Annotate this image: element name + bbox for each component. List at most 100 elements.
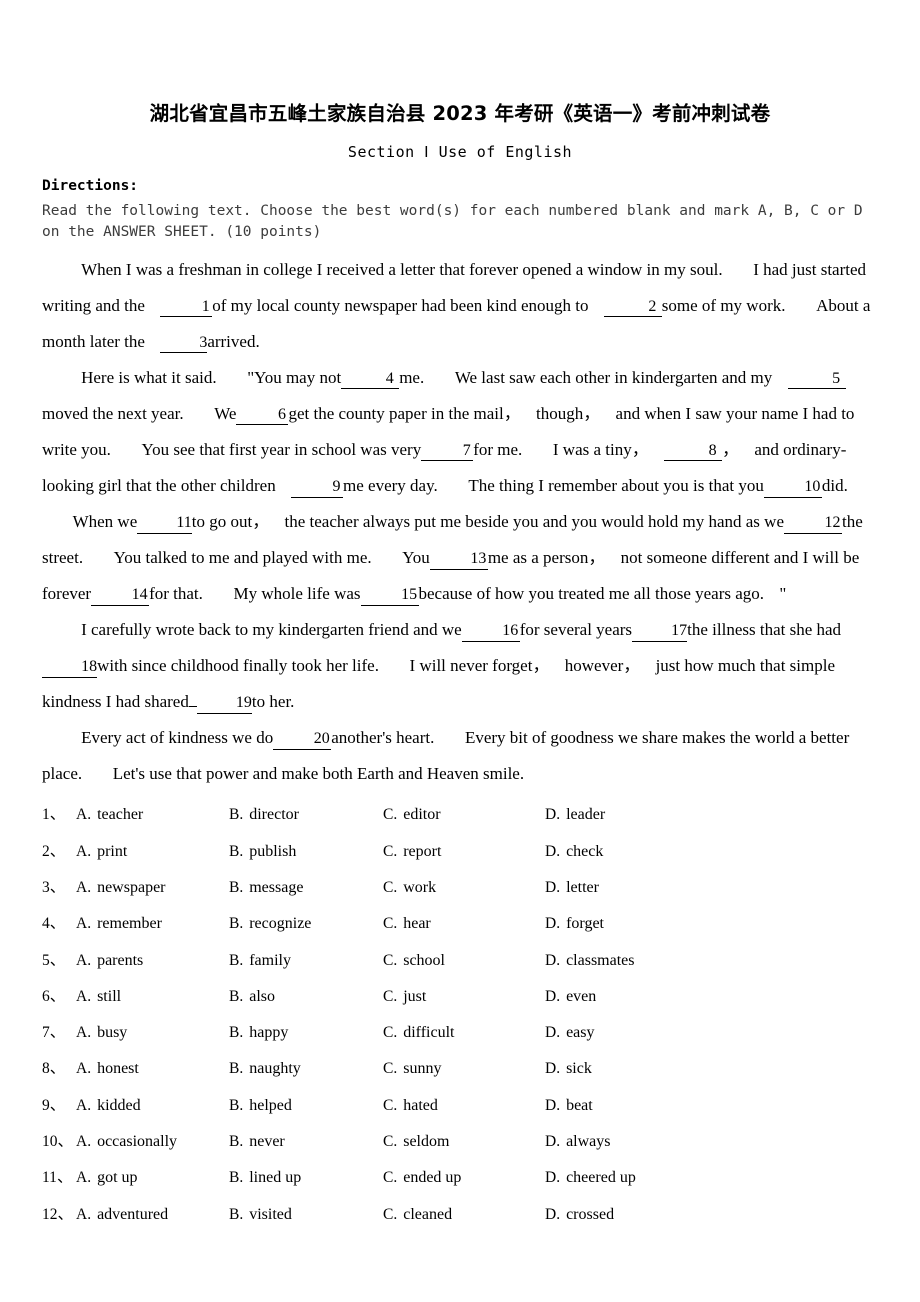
- p2-sentence-26: for that.: [149, 584, 203, 604]
- option-d[interactable]: D. forget: [545, 915, 725, 933]
- option-a[interactable]: A. parents: [76, 952, 229, 970]
- option-b[interactable]: B. message: [229, 879, 383, 897]
- option-b[interactable]: B. also: [229, 988, 383, 1006]
- option-word-a: parents: [97, 951, 144, 969]
- option-c[interactable]: C. difficult: [383, 1024, 545, 1042]
- option-word-d: always: [566, 1133, 611, 1151]
- option-word-a: teacher: [97, 806, 144, 824]
- option-a[interactable]: A. occasionally: [76, 1133, 229, 1151]
- option-b[interactable]: B. recognize: [229, 915, 383, 933]
- p2-sentence-15: me every day.: [343, 476, 438, 496]
- option-d[interactable]: D. crossed: [545, 1206, 725, 1224]
- option-a[interactable]: A. still: [76, 988, 229, 1006]
- blank-8[interactable]: 8: [664, 442, 723, 462]
- p2-sentence-18: When we: [72, 512, 138, 532]
- blank-18[interactable]: 18: [42, 658, 98, 678]
- option-a[interactable]: A. teacher: [76, 806, 229, 824]
- option-letter-d: D.: [545, 842, 561, 860]
- option-a[interactable]: A. busy: [76, 1024, 229, 1042]
- option-letter-c: C.: [383, 1096, 398, 1114]
- option-c[interactable]: C. editor: [383, 806, 545, 824]
- p3-sentence-5: I will never forget，: [409, 656, 550, 676]
- option-b[interactable]: B. visited: [229, 1206, 383, 1224]
- option-c[interactable]: C. seldom: [383, 1133, 545, 1151]
- option-d[interactable]: D. sick: [545, 1060, 725, 1078]
- option-letter-d: D.: [545, 915, 561, 933]
- blank-20[interactable]: 20: [273, 730, 332, 750]
- blank-15[interactable]: 15: [360, 586, 419, 606]
- option-a[interactable]: A. print: [76, 843, 229, 861]
- option-a[interactable]: A. honest: [76, 1060, 229, 1078]
- option-number: 4、: [42, 915, 66, 933]
- option-word-b: message: [249, 879, 304, 896]
- blank-16[interactable]: 16: [461, 622, 520, 642]
- p2-sentence-6: We: [214, 404, 237, 424]
- option-a[interactable]: A. got up: [76, 1169, 229, 1187]
- option-c[interactable]: C. hated: [383, 1097, 545, 1115]
- option-a[interactable]: A. remember: [76, 915, 229, 933]
- option-b[interactable]: B. family: [229, 952, 383, 970]
- option-c[interactable]: C. report: [383, 843, 545, 861]
- blank-1[interactable]: 1: [160, 298, 213, 318]
- option-c[interactable]: C. school: [383, 952, 545, 970]
- option-c[interactable]: C. sunny: [383, 1060, 545, 1078]
- blank-19-lead[interactable]: [188, 706, 197, 708]
- option-letter-c: C.: [383, 1133, 398, 1151]
- option-d[interactable]: D. classmates: [545, 952, 725, 970]
- blank-10[interactable]: 10: [763, 478, 822, 498]
- passage-paragraph-1: When I was a freshman in college I recei…: [42, 252, 878, 360]
- option-word-a: got up: [97, 1169, 138, 1187]
- blank-2[interactable]: 2: [603, 298, 662, 318]
- blank-13[interactable]: 13: [429, 550, 488, 570]
- option-d[interactable]: D. check: [545, 843, 725, 861]
- option-b[interactable]: B. director: [229, 806, 383, 824]
- option-b[interactable]: B. publish: [229, 843, 383, 861]
- option-letter-b: B.: [229, 1060, 244, 1078]
- option-b[interactable]: B. never: [229, 1133, 383, 1151]
- option-letter-c: C.: [383, 842, 398, 860]
- option-b[interactable]: B. happy: [229, 1024, 383, 1042]
- blank-11[interactable]: 11: [137, 514, 192, 534]
- option-letter-a: A.: [76, 951, 92, 969]
- option-d[interactable]: D. cheered up: [545, 1169, 725, 1187]
- option-d[interactable]: D. easy: [545, 1024, 725, 1042]
- option-d[interactable]: D. always: [545, 1133, 725, 1151]
- blank-14[interactable]: 14: [91, 586, 150, 606]
- option-a[interactable]: A. kidded: [76, 1097, 229, 1115]
- option-d[interactable]: D. leader: [545, 806, 725, 824]
- blank-19[interactable]: 19: [196, 694, 252, 714]
- option-row-2: 2、 A. print B. publish C. report D. check: [42, 839, 878, 875]
- option-d[interactable]: D. beat: [545, 1097, 725, 1115]
- option-word-a: busy: [97, 1024, 128, 1042]
- option-c[interactable]: C. work: [383, 879, 545, 897]
- blank-6[interactable]: 6: [236, 406, 289, 426]
- option-word-a: print: [97, 842, 128, 860]
- option-a[interactable]: A. adventured: [76, 1206, 229, 1224]
- blank-7[interactable]: 7: [421, 442, 474, 462]
- blank-5[interactable]: 5: [787, 370, 846, 390]
- option-word-b: publish: [249, 842, 297, 860]
- blank-3[interactable]: 3: [160, 334, 208, 354]
- blank-9[interactable]: 9: [291, 478, 343, 498]
- blank-17[interactable]: 17: [632, 622, 688, 642]
- p2-sentence-8: though，: [536, 404, 601, 424]
- option-c[interactable]: C. hear: [383, 915, 545, 933]
- p2-sentence-27: My whole life was: [233, 584, 361, 604]
- option-c[interactable]: C. ended up: [383, 1169, 545, 1187]
- blank-4[interactable]: 4: [341, 370, 400, 390]
- p2-sentence-2: "You may not: [247, 368, 342, 388]
- option-letter-c: C.: [383, 1169, 398, 1187]
- option-word-c: report: [403, 842, 442, 860]
- option-d[interactable]: D. even: [545, 988, 725, 1006]
- option-word-d: even: [566, 987, 597, 1005]
- option-letter-b: B.: [229, 1205, 244, 1223]
- option-d[interactable]: D. letter: [545, 879, 725, 897]
- option-row-11: 11、 A. got up B. lined up C. ended up D. che…: [42, 1165, 878, 1201]
- option-b[interactable]: B. helped: [229, 1097, 383, 1115]
- option-b[interactable]: B. naughty: [229, 1060, 383, 1078]
- option-c[interactable]: C. cleaned: [383, 1206, 545, 1224]
- option-c[interactable]: C. just: [383, 988, 545, 1006]
- option-b[interactable]: B. lined up: [229, 1169, 383, 1187]
- blank-12[interactable]: 12: [784, 514, 842, 534]
- option-a[interactable]: A. newspaper: [76, 879, 229, 897]
